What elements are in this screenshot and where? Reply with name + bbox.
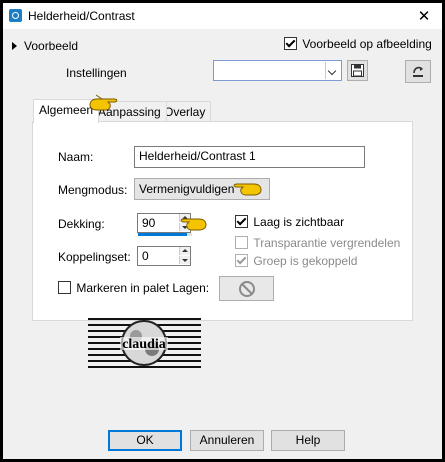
name-input[interactable]: Helderheid/Contrast 1 xyxy=(134,146,365,168)
tab-panel-general: Naam: Helderheid/Contrast 1 Mengmodus: V… xyxy=(32,121,413,321)
preview-on-image-label: Voorbeeld op afbeelding xyxy=(302,37,432,51)
preview-toggle-label: Voorbeeld xyxy=(24,39,79,53)
opacity-value: 90 xyxy=(142,216,156,230)
linkset-label: Koppelingset: xyxy=(58,250,131,264)
spin-down-icon[interactable] xyxy=(179,256,190,264)
preview-toggle[interactable]: Voorbeeld xyxy=(12,39,78,53)
help-button[interactable]: Help xyxy=(271,430,345,451)
highlight-checkbox[interactable] xyxy=(58,281,71,294)
pointing-hand-icon xyxy=(180,218,207,231)
spin-up-icon[interactable] xyxy=(179,247,190,255)
layer-visible-checkbox[interactable] xyxy=(235,215,248,228)
title-bar: Helderheid/Contrast ✕ xyxy=(3,3,442,29)
layer-visible-option[interactable]: Laag is zichtbaar xyxy=(235,215,344,229)
layer-visible-label: Laag is zichtbaar xyxy=(253,215,345,229)
group-linked-label: Groep is gekoppeld xyxy=(253,254,358,268)
reset-button[interactable] xyxy=(405,60,431,83)
watermark-logo: claudia xyxy=(88,316,201,371)
highlight-label: Markeren in palet Lagen: xyxy=(76,281,210,295)
blend-mode-label: Mengmodus: xyxy=(58,183,128,197)
group-linked-checkbox[interactable] xyxy=(235,254,248,267)
app-icon xyxy=(9,9,22,22)
close-button[interactable]: ✕ xyxy=(414,7,434,25)
window-title: Helderheid/Contrast xyxy=(28,9,135,23)
expand-arrow-icon xyxy=(12,42,17,50)
preview-on-image-checkbox[interactable] xyxy=(284,37,297,50)
lock-transparency-option[interactable]: Transparantie vergrendelen xyxy=(235,236,400,250)
cancel-button[interactable]: Annuleren xyxy=(190,430,264,451)
dialog-window: Helderheid/Contrast ✕ Voorbeeld Voorbeel… xyxy=(3,3,442,459)
save-preset-button[interactable] xyxy=(347,60,368,81)
opacity-label: Dekking: xyxy=(58,217,105,231)
group-linked-option[interactable]: Groep is gekoppeld xyxy=(235,254,357,268)
name-label: Naam: xyxy=(58,150,94,164)
lock-transparency-checkbox[interactable] xyxy=(235,236,248,249)
no-color-icon xyxy=(238,281,255,297)
pointing-hand-icon xyxy=(233,183,262,196)
watermark-text: claudia xyxy=(122,337,166,352)
save-icon xyxy=(351,64,364,77)
blend-mode-value: Vermenigvuldigen xyxy=(139,182,235,196)
settings-dropdown[interactable] xyxy=(213,60,342,81)
settings-label: Instellingen xyxy=(66,66,127,80)
reset-icon xyxy=(413,66,423,77)
highlight-option[interactable]: Markeren in palet Lagen: xyxy=(58,281,209,295)
pointing-hand-icon xyxy=(89,94,118,111)
lock-transparency-label: Transparantie vergrendelen xyxy=(253,236,401,250)
ok-button[interactable]: OK xyxy=(108,430,182,451)
linkset-spinbox[interactable]: 0 xyxy=(137,246,191,266)
chevron-down-icon[interactable] xyxy=(325,62,340,79)
highlight-color-button[interactable] xyxy=(219,276,274,301)
preview-on-image-option[interactable]: Voorbeeld op afbeelding xyxy=(284,37,432,51)
linkset-value: 0 xyxy=(142,249,149,263)
watermark-graphic: claudia xyxy=(88,318,201,368)
